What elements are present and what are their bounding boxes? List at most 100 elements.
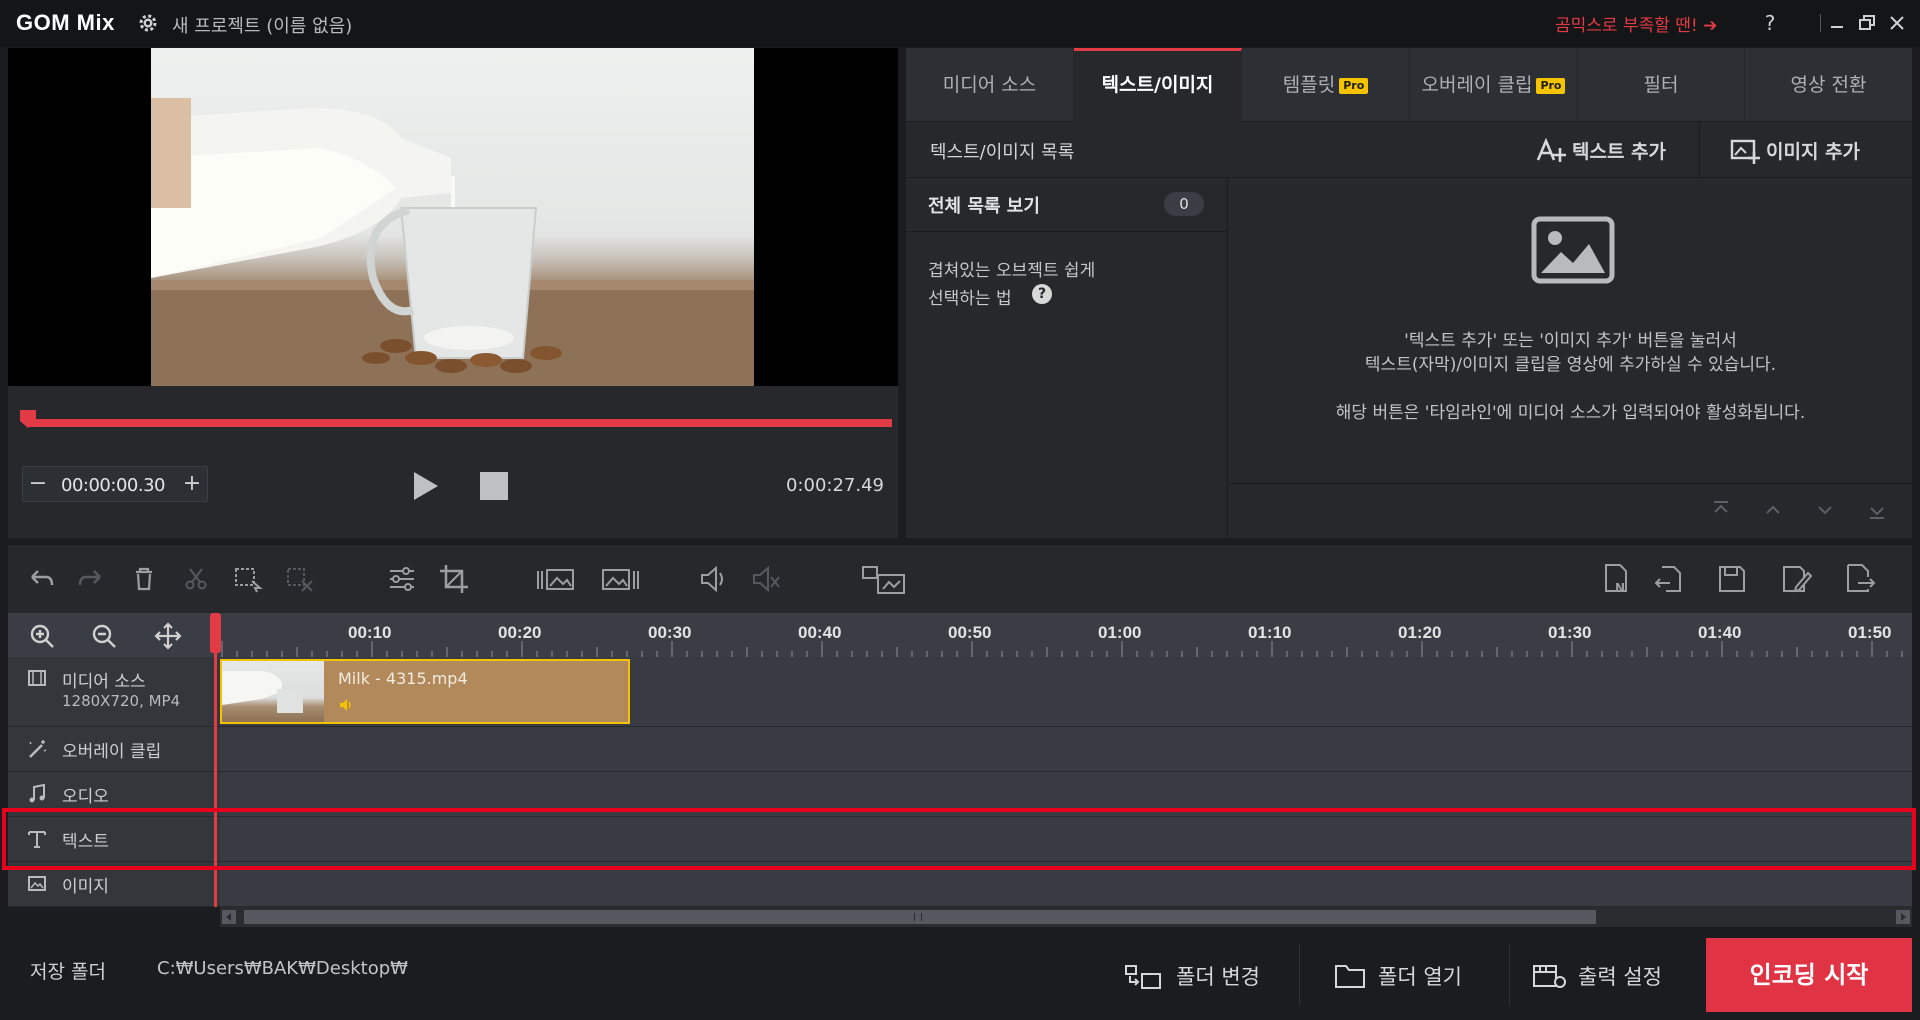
project-title: 새 프로젝트 (이름 없음) (172, 16, 353, 37)
delete-icon[interactable] (126, 561, 162, 597)
insert-image-before-icon[interactable] (534, 561, 578, 597)
move-up-icon[interactable] (1761, 498, 1785, 522)
minimize-button[interactable] (1822, 8, 1852, 38)
tab-label: 템플릿 (1282, 74, 1336, 96)
output-settings-icon (1533, 965, 1566, 988)
open-project-icon[interactable] (1650, 561, 1686, 597)
view-all-item[interactable]: 전체 목록 보기 0 (906, 178, 1228, 232)
restore-button[interactable] (1852, 8, 1882, 38)
mute-icon[interactable] (748, 561, 784, 597)
save-icon[interactable] (1714, 561, 1750, 597)
panel-tabs: 미디어 소스 텍스트/이미지 템플릿 Pro 오버레이 클립 Pro 필터 영상 전… (906, 48, 1912, 122)
adjust-sliders-icon[interactable] (384, 561, 420, 597)
empty-message-2: 텍스트(자막)/이미지 클립을 영상에 추가하실 수 있습니다. (1364, 355, 1777, 375)
timecode-minus-button[interactable]: − (23, 467, 53, 501)
output-settings-button[interactable]: 출력 설정 (1528, 944, 1696, 1006)
stop-button[interactable] (480, 472, 508, 500)
zoom-in-icon[interactable] (28, 622, 56, 650)
help-button[interactable]: ? (1755, 8, 1785, 38)
tab-label: 필터 (1643, 74, 1679, 96)
zoom-controls (8, 613, 220, 657)
timecode-plus-button[interactable]: + (177, 467, 207, 501)
content-panel: 미디어 소스 텍스트/이미지 템플릿 Pro 오버레이 클립 Pro 필터 영상 전… (906, 48, 1912, 538)
seek-bar[interactable] (28, 419, 892, 427)
playback-controls: − 00:00:00.30 + 0:00:27.49 (8, 386, 898, 538)
help-circle-icon[interactable]: ? (1032, 284, 1052, 304)
change-folder-label: 폴더 변경 (1176, 965, 1260, 989)
clip-thumbnail-image (222, 671, 303, 713)
cut-icon[interactable] (178, 561, 214, 597)
tick-label: 00:50 (948, 623, 992, 642)
track-header-media: 미디어 소스 1280X720, MP4 (8, 657, 220, 727)
change-folder-button[interactable]: 폴더 변경 (1108, 944, 1300, 1006)
play-button[interactable] (410, 470, 440, 502)
track-label: 오버레이 클립 (62, 742, 162, 762)
tick-label: 01:20 (1398, 623, 1442, 642)
track-header-overlay: 오버레이 클립 (8, 727, 220, 772)
pro-badge: Pro (1536, 77, 1566, 94)
tab-transition[interactable]: 영상 전환 (1745, 48, 1912, 122)
tab-text-image[interactable]: 텍스트/이미지 (1074, 48, 1242, 122)
film-icon (28, 670, 46, 686)
new-project-icon[interactable]: N (1598, 561, 1634, 597)
tick-label: 01:00 (1098, 623, 1142, 642)
gear-icon[interactable] (136, 11, 160, 35)
scroll-left-icon[interactable] (222, 910, 236, 924)
video-frame (151, 48, 754, 386)
empty-state: '텍스트 추가' 또는 '이미지 추가' 버튼을 눌러서 텍스트(자막)/이미지… (1229, 178, 1912, 483)
media-clip[interactable]: Milk - 4315.mp4 (220, 659, 630, 724)
list-title: 텍스트/이미지 목록 (930, 142, 1075, 163)
save-path: C:₩Users₩BAK₩Desktop₩ (157, 958, 408, 979)
start-encoding-button[interactable]: 인코딩 시작 (1706, 938, 1912, 1012)
fit-timeline-icon[interactable] (154, 622, 182, 650)
track-lane-overlay[interactable] (220, 727, 1912, 772)
pro-badge: Pro (1339, 77, 1369, 94)
output-bar: 저장 폴더 C:₩Users₩BAK₩Desktop₩ 폴더 변경 폴더 열기 … (0, 930, 1920, 1020)
add-image-button[interactable]: 이미지 추가 (1716, 122, 1912, 178)
move-down-icon[interactable] (1813, 498, 1837, 522)
screen-swap-icon[interactable] (860, 561, 908, 597)
move-to-top-icon[interactable] (1709, 498, 1733, 522)
tab-media-source[interactable]: 미디어 소스 (906, 48, 1074, 122)
tab-filter[interactable]: 필터 (1578, 48, 1745, 122)
volume-icon[interactable] (696, 561, 732, 597)
video-preview[interactable] (8, 48, 898, 386)
title-bar: GOM Mix 새 프로젝트 (이름 없음) 곰믹스로 부족할 땐! ➔ ? (0, 0, 1920, 47)
timecode-stepper[interactable]: − 00:00:00.30 + (22, 466, 208, 502)
total-duration: 0:00:27.49 (785, 475, 884, 496)
deselect-icon[interactable] (282, 561, 318, 597)
tab-template[interactable]: 템플릿 Pro (1242, 48, 1410, 122)
undo-icon[interactable] (22, 561, 58, 597)
tab-overlay-clip[interactable]: 오버레이 클립 Pro (1410, 48, 1578, 122)
promo-link[interactable]: 곰믹스로 부족할 땐! ➔ (1555, 11, 1717, 36)
speaker-icon (340, 699, 351, 711)
tab-label: 텍스트/이미지 (1101, 74, 1214, 96)
svg-text:N: N (1615, 581, 1625, 595)
scrollbar-thumb[interactable] (244, 910, 1596, 924)
timeline-ruler[interactable]: 00:10 00:20 00:30 00:40 00:50 01:00 01:1… (8, 613, 1912, 657)
hint-text-link[interactable]: 선택하는 법 (928, 284, 1012, 309)
move-to-bottom-icon[interactable] (1865, 498, 1889, 522)
add-text-button[interactable]: 텍스트 추가 (1526, 122, 1700, 178)
redo-icon[interactable] (74, 561, 110, 597)
text-track-highlight (2, 808, 1916, 870)
tick-label: 01:10 (1248, 623, 1292, 642)
open-folder-button[interactable]: 폴더 열기 (1318, 944, 1510, 1006)
order-controls (1229, 483, 1912, 538)
close-button[interactable] (1882, 8, 1912, 38)
video-frame-image (151, 98, 754, 386)
crop-icon[interactable] (436, 561, 472, 597)
minimize-icon (1831, 26, 1843, 28)
track-sublabel: 1280X720, MP4 (62, 692, 181, 710)
magic-wand-icon (29, 740, 47, 758)
export-project-icon[interactable] (1842, 561, 1878, 597)
save-as-icon[interactable] (1778, 561, 1814, 597)
insert-image-after-icon[interactable] (600, 561, 644, 597)
output-settings-label: 출력 설정 (1578, 965, 1662, 989)
scroll-right-icon[interactable] (1896, 910, 1910, 924)
timeline-scrollbar[interactable] (220, 907, 1912, 927)
zoom-out-icon[interactable] (90, 622, 118, 650)
seek-handle[interactable] (20, 410, 36, 428)
select-range-icon[interactable] (230, 561, 266, 597)
clip-name: Milk - 4315.mp4 (338, 669, 468, 688)
